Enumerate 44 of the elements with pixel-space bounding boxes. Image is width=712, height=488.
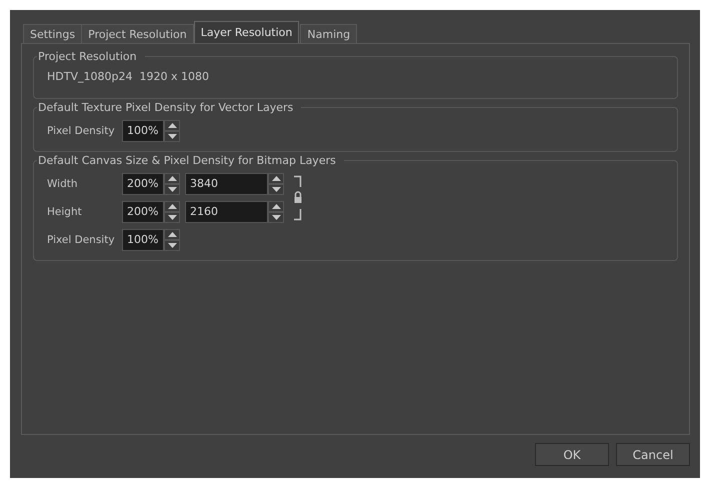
up-arrow-icon — [168, 176, 176, 181]
tab[interactable]: Project Resolution — [81, 24, 194, 43]
increment-button[interactable] — [268, 173, 284, 184]
up-arrow-icon — [272, 204, 280, 209]
spin-field[interactable]: 100% — [122, 120, 164, 142]
field-label: Pixel Density — [47, 234, 116, 246]
down-arrow-icon — [272, 215, 280, 220]
down-arrow-icon — [272, 187, 280, 192]
spin-field[interactable]: 100% — [122, 229, 164, 251]
increment-button[interactable] — [164, 229, 180, 240]
increment-button[interactable] — [164, 173, 180, 184]
spin-field[interactable]: 3840 — [185, 173, 268, 195]
tab[interactable]: Layer Resolution — [194, 21, 300, 43]
field-label: Width — [47, 178, 79, 190]
field-label: Pixel Density — [47, 125, 116, 137]
spin-field[interactable]: 200% — [122, 201, 164, 223]
resolution-text: HDTV_1080p24 1920 x 1080 — [47, 69, 210, 85]
down-arrow-icon — [168, 215, 176, 220]
spin-field[interactable]: 2160 — [185, 201, 268, 223]
field-label: Height — [47, 206, 83, 218]
increment-button[interactable] — [164, 120, 180, 131]
increment-button[interactable] — [268, 201, 284, 212]
down-arrow-icon — [168, 243, 176, 248]
decrement-button[interactable] — [164, 240, 180, 251]
decrement-button[interactable] — [164, 184, 180, 195]
increment-button[interactable] — [164, 201, 180, 212]
spin-field[interactable]: 200% — [122, 173, 164, 195]
dialog-button[interactable]: OK — [535, 443, 609, 466]
group-title: Default Canvas Size & Pixel Density for Bitmap Layers — [37, 154, 337, 167]
group-title: Default Texture Pixel Density for Vector Layers — [37, 101, 294, 114]
tab[interactable]: Settings — [23, 24, 82, 43]
decrement-button[interactable] — [268, 184, 284, 195]
up-arrow-icon — [272, 176, 280, 181]
tab[interactable]: Naming — [300, 24, 358, 43]
down-arrow-icon — [168, 134, 176, 139]
up-arrow-icon — [168, 123, 176, 128]
up-arrow-icon — [168, 204, 176, 209]
decrement-button[interactable] — [164, 212, 180, 223]
dialog-button[interactable]: Cancel — [616, 443, 690, 466]
decrement-button[interactable] — [164, 131, 180, 142]
group-title: Project Resolution — [37, 50, 138, 63]
down-arrow-icon — [168, 187, 176, 192]
up-arrow-icon — [168, 232, 176, 237]
decrement-button[interactable] — [268, 212, 284, 223]
